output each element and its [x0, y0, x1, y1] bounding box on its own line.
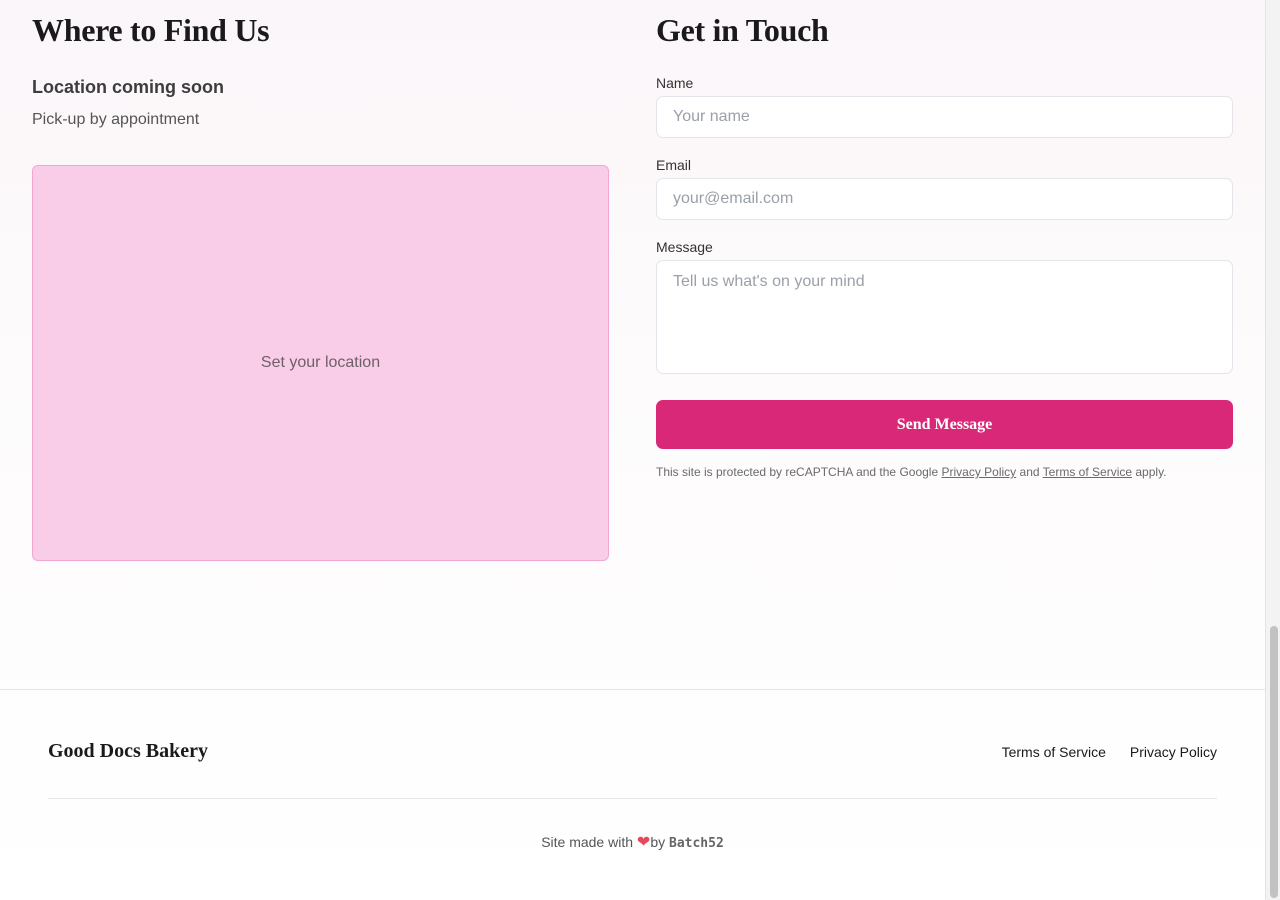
recaptcha-prefix: This site is protected by reCAPTCHA and … — [656, 465, 939, 479]
batch52-logo[interactable]: Batch52 — [669, 836, 724, 851]
footer-terms-link[interactable]: Terms of Service — [1002, 744, 1106, 760]
location-title: Where to Find Us — [32, 12, 270, 48]
message-textarea[interactable] — [656, 260, 1233, 374]
map-placeholder[interactable]: Set your location — [32, 165, 609, 561]
vertical-scrollbar[interactable] — [1265, 0, 1280, 900]
send-message-button[interactable]: Send Message — [656, 400, 1233, 449]
name-label: Name — [656, 75, 694, 91]
page: Where to Find Us Location coming soon Pi… — [0, 0, 1265, 900]
email-label: Email — [656, 157, 692, 173]
map-label: Set your location — [260, 354, 381, 371]
footer-divider-top — [0, 689, 1265, 690]
recaptcha-suffix: apply. — [1135, 465, 1167, 479]
footer-privacy-link[interactable]: Privacy Policy — [1130, 744, 1217, 760]
location-heading: Location coming soon — [32, 77, 224, 97]
recaptcha-notice: This site is protected by reCAPTCHA and … — [656, 465, 1167, 479]
made-with-by: by — [650, 834, 666, 850]
contact-title: Get in Touch — [656, 12, 829, 48]
name-input[interactable] — [656, 96, 1233, 138]
footer-brand[interactable]: Good Docs Bakery — [48, 740, 208, 763]
made-with-credit: Site made with ❤by Batch52 — [0, 832, 1265, 852]
footer-links: Terms of Service Privacy Policy — [1002, 744, 1217, 760]
location-subtext: Pick-up by appointment — [32, 111, 200, 128]
recaptcha-terms-link[interactable]: Terms of Service — [1043, 465, 1132, 479]
message-label: Message — [656, 239, 713, 255]
recaptcha-privacy-link[interactable]: Privacy Policy — [941, 465, 1016, 479]
email-input[interactable] — [656, 178, 1233, 220]
heart-icon: ❤ — [636, 834, 651, 851]
made-with-prefix: Site made with — [541, 834, 634, 850]
footer-divider — [48, 798, 1217, 799]
scrollbar-thumb[interactable] — [1270, 626, 1278, 898]
recaptcha-and: and — [1019, 465, 1040, 479]
